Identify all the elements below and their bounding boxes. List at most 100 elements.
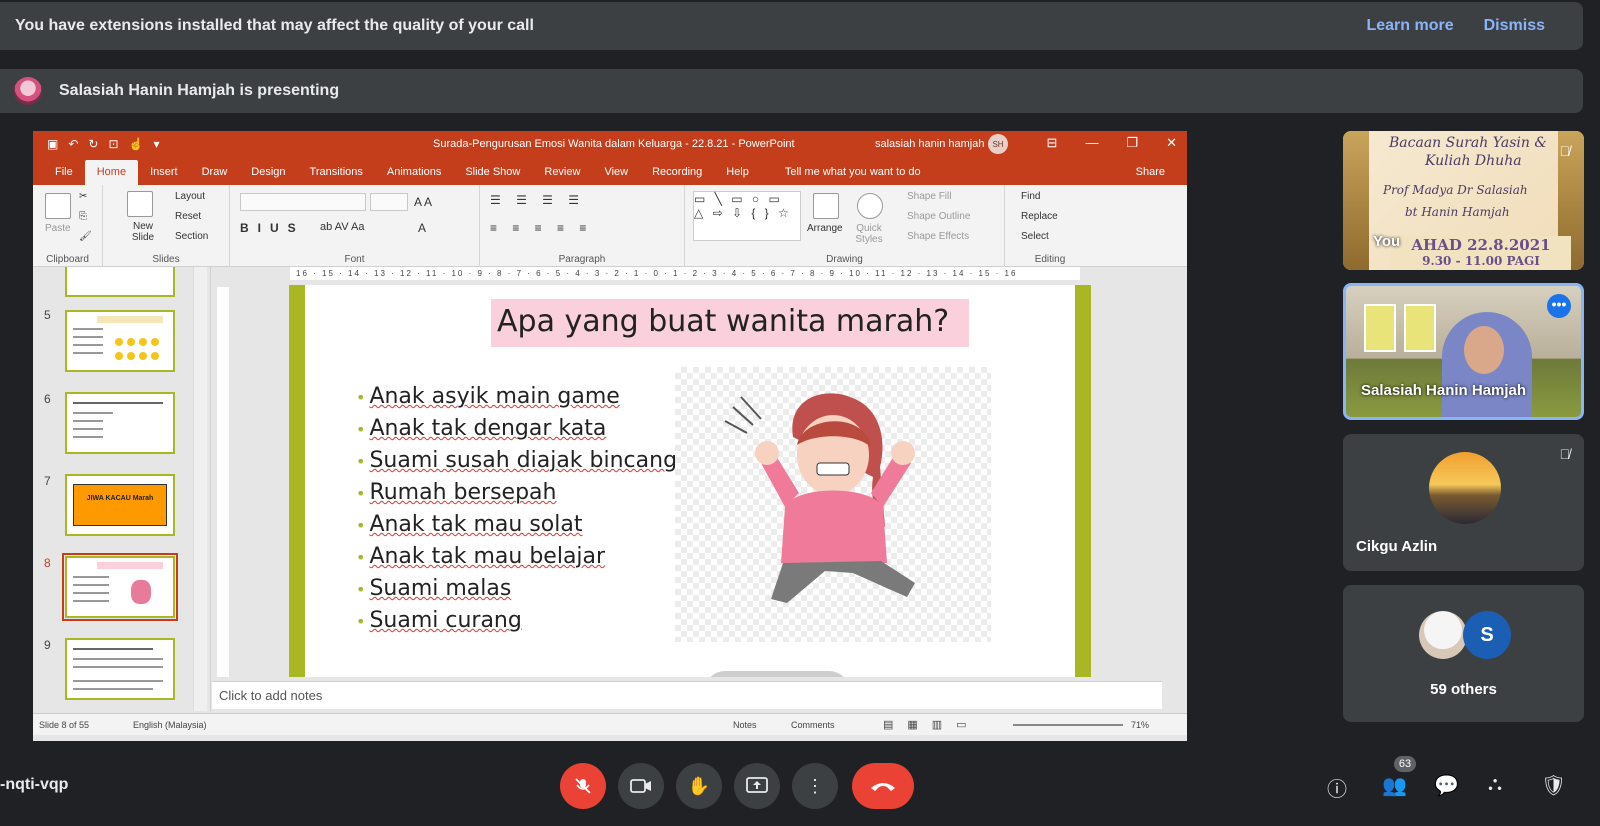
cut-icon[interactable]: ✂ xyxy=(79,191,87,202)
undo-icon[interactable]: ↶ xyxy=(68,137,78,151)
group-label-slides: Slides xyxy=(152,254,180,265)
present-now-button[interactable] xyxy=(734,763,780,809)
font-color-icon[interactable]: A xyxy=(418,221,426,235)
slide-thumbnail-6[interactable] xyxy=(65,392,175,454)
section-button[interactable]: Section xyxy=(175,231,208,242)
mic-off-button[interactable] xyxy=(560,763,606,809)
leave-call-button[interactable] xyxy=(852,763,914,809)
shape-outline-button[interactable]: Shape Outline xyxy=(907,211,970,222)
notes-pane[interactable]: Click to add notes xyxy=(212,681,1162,709)
tab-slide-show[interactable]: Slide Show xyxy=(453,166,532,185)
slide-thumbnail-9[interactable] xyxy=(65,638,175,700)
grow-font-icon[interactable]: A A xyxy=(414,195,432,209)
present-icon[interactable]: ⊡ xyxy=(108,137,118,151)
zoom-level[interactable]: 71% xyxy=(1131,720,1149,730)
tab-animations[interactable]: Animations xyxy=(375,166,453,185)
bullet-item: • Suami malas xyxy=(356,576,512,601)
layout-button[interactable]: Layout xyxy=(175,191,205,202)
quick-styles-icon[interactable] xyxy=(857,193,883,219)
notes-toggle[interactable]: Notes xyxy=(733,720,757,730)
touch-mode-icon[interactable]: ☝ xyxy=(129,137,144,151)
more-options-button[interactable]: ⋮ xyxy=(792,763,838,809)
presenting-banner: Salasiah Hanin Hamjah is presenting xyxy=(0,69,1583,113)
user-name: salasiah hanin hamjah xyxy=(875,138,985,150)
user-avatar[interactable]: SH xyxy=(988,134,1008,154)
arrange-icon[interactable] xyxy=(813,193,839,219)
participant-tile-self[interactable]: Bacaan Surah Yasin & Kuliah Dhuha Prof M… xyxy=(1343,131,1584,270)
participant-avatar xyxy=(1419,611,1467,659)
char-spacing-icon[interactable]: ab AV Aa xyxy=(320,221,364,233)
participant-tile-presenter[interactable]: Salasiah Hanin Hamjah ••• xyxy=(1343,283,1584,420)
slide-bullet-list[interactable]: • Anak asyik main game • Anak tak dengar k… xyxy=(356,381,677,637)
raise-hand-button[interactable]: ✋ xyxy=(676,763,722,809)
tab-help[interactable]: Help xyxy=(714,166,761,185)
ribbon-display-icon[interactable]: ⊟ xyxy=(1047,135,1058,151)
tab-review[interactable]: Review xyxy=(532,166,592,185)
slide-thumbnail-5[interactable] xyxy=(65,310,175,372)
participant-tile-others[interactable]: S 59 others xyxy=(1343,585,1584,722)
shape-fill-button[interactable]: Shape Fill xyxy=(907,191,951,202)
align-icons[interactable]: ≡ ≡ ≡ ≡ ≡ xyxy=(490,221,592,235)
share-button[interactable]: Share xyxy=(1114,166,1187,185)
tab-recording[interactable]: Recording xyxy=(640,166,714,185)
learn-more-link[interactable]: Learn more xyxy=(1366,17,1453,35)
quick-styles-button[interactable]: Quick Styles xyxy=(849,223,889,245)
more-options-icon[interactable]: ••• xyxy=(1547,294,1571,318)
slide-thumbnail-8-selected[interactable] xyxy=(62,553,178,621)
zoom-slider[interactable] xyxy=(1013,724,1123,726)
tab-insert[interactable]: Insert xyxy=(138,166,190,185)
horizontal-ruler: 16 · 15 · 14 · 13 · 12 · 11 · 10 · 9 · 8… xyxy=(290,267,1080,280)
customize-qat-icon[interactable]: ▾ xyxy=(153,137,159,151)
view-buttons[interactable]: ▤▦▥▭ xyxy=(883,718,981,731)
slide-title[interactable]: Apa yang buat wanita marah? xyxy=(491,299,969,347)
angry-woman-drawing xyxy=(724,393,915,603)
bullets-icon[interactable]: ☰ ☰ ☰ ☰ xyxy=(490,193,585,207)
doc-title: Surada-Pengurusan Emosi Wanita dalam Kel… xyxy=(433,138,795,150)
tab-transitions[interactable]: Transitions xyxy=(298,166,375,185)
format-painter-icon[interactable]: 🖌 xyxy=(79,231,92,242)
new-slide-icon[interactable] xyxy=(127,191,153,217)
slide-thumbnail-7[interactable]: JIWA KACAU Marah xyxy=(65,474,175,536)
paste-button[interactable]: Paste xyxy=(45,223,71,234)
comments-toggle[interactable]: Comments xyxy=(791,720,835,730)
people-icon[interactable]: 👥 xyxy=(1382,773,1407,798)
vertical-ruler xyxy=(217,287,229,677)
participant-tile-cikgu-azlin[interactable]: Cikgu Azlin 🎙̸ xyxy=(1343,434,1584,571)
slide-thumbnail-4[interactable] xyxy=(65,267,175,297)
camera-button[interactable] xyxy=(618,763,664,809)
thumbnails-scrollbar[interactable] xyxy=(193,267,207,711)
dismiss-button[interactable]: Dismiss xyxy=(1484,17,1545,35)
angry-woman-illustration[interactable] xyxy=(675,367,991,642)
new-slide-button[interactable]: New Slide xyxy=(125,221,161,243)
font-name-field[interactable] xyxy=(240,193,366,211)
save-icon[interactable]: ▣ xyxy=(47,137,58,151)
screen-share-overlay-controls[interactable] xyxy=(704,671,850,677)
tell-me-search[interactable]: Tell me what you want to do xyxy=(761,166,933,185)
arrange-button[interactable]: Arrange xyxy=(807,223,843,234)
replace-button[interactable]: Replace xyxy=(1021,211,1058,222)
reset-button[interactable]: Reset xyxy=(175,211,201,222)
find-button[interactable]: Find xyxy=(1021,191,1040,202)
shape-effects-button[interactable]: Shape Effects xyxy=(907,231,969,242)
minimize-icon[interactable]: — xyxy=(1085,135,1098,151)
restore-icon[interactable]: ❐ xyxy=(1126,135,1138,151)
redo-icon[interactable]: ↻ xyxy=(88,137,98,151)
chat-icon[interactable]: 💬 xyxy=(1434,773,1459,798)
select-button[interactable]: Select xyxy=(1021,231,1049,242)
font-format-icons[interactable]: BIUS xyxy=(240,221,305,235)
font-size-field[interactable] xyxy=(370,193,408,211)
activities-icon[interactable]: ⛬ xyxy=(1488,773,1502,796)
tab-file[interactable]: File xyxy=(43,166,85,185)
meeting-details-icon[interactable]: ⓘ xyxy=(1327,773,1347,802)
language-status[interactable]: English (Malaysia) xyxy=(133,720,207,730)
current-slide[interactable]: Apa yang buat wanita marah? • Anak asyik … xyxy=(289,285,1091,677)
copy-icon[interactable]: ⎘ xyxy=(79,211,87,222)
paste-icon[interactable] xyxy=(45,193,71,219)
tab-design[interactable]: Design xyxy=(239,166,297,185)
tab-view[interactable]: View xyxy=(592,166,640,185)
tab-draw[interactable]: Draw xyxy=(190,166,240,185)
host-controls-icon[interactable]: 🛡 xyxy=(1541,773,1566,798)
shapes-gallery[interactable]: ▭ ╲ ▭ ○ ▭ △ ⇨ ⇩ { } ☆ xyxy=(693,191,801,241)
close-icon[interactable]: ✕ xyxy=(1166,135,1177,151)
tab-home[interactable]: Home xyxy=(84,160,139,185)
